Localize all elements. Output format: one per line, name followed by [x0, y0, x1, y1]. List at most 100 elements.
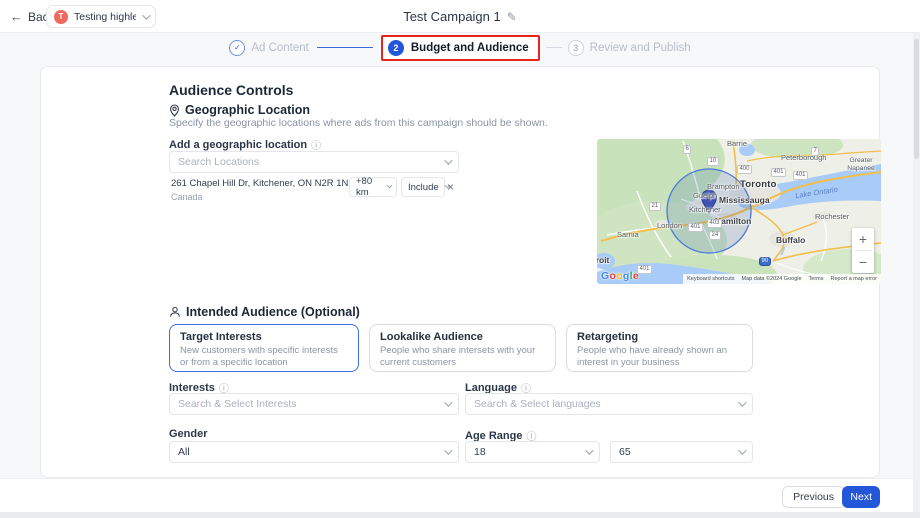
chevron-down-icon: [142, 11, 150, 19]
map-zoom-control: + −: [852, 228, 874, 273]
gender-label: Gender: [169, 428, 208, 440]
keyboard-shortcuts-link[interactable]: Keyboard shortcuts: [687, 276, 734, 282]
audience-card-title: Retargeting: [577, 331, 742, 343]
map-city-label: Mississauga: [719, 195, 770, 205]
audience-card-description: People who have already shown an interes…: [577, 345, 742, 370]
audience-card-retargeting[interactable]: Retargeting People who have already show…: [566, 324, 753, 372]
map-city-label: Toronto: [740, 179, 777, 190]
stepper-connector: [546, 47, 562, 48]
bottom-edge: [0, 512, 920, 518]
map-attribution: Keyboard shortcuts Map data ©2024 Google…: [683, 274, 881, 284]
info-icon: ⓘ: [311, 137, 321, 152]
road-shield: 6: [683, 145, 691, 154]
map-city-label: Peterborough: [781, 153, 826, 162]
chevron-down-icon: [444, 156, 452, 164]
stepper-connector: [317, 47, 373, 48]
road-shield: 7: [811, 147, 819, 156]
audience-card-description: New customers with specific interests or…: [180, 345, 348, 370]
gender-select[interactable]: All: [169, 441, 459, 463]
step-label: Review and Publish: [590, 42, 691, 54]
footer-bar: Previous Next: [0, 478, 920, 512]
map-city-label: Kitchener: [689, 205, 721, 214]
search-locations-placeholder: Search Locations: [178, 156, 444, 168]
geographic-location-description: Specify the geographic locations where a…: [169, 117, 548, 129]
intended-audience-heading: Intended Audience (Optional): [169, 305, 360, 319]
road-shield: 401: [771, 168, 786, 177]
next-button[interactable]: Next: [842, 486, 880, 508]
check-icon: ✓: [234, 43, 241, 52]
audience-card-title: Target Interests: [180, 331, 348, 343]
avatar: T: [54, 10, 68, 24]
geo-map[interactable]: Barrie Peterborough Greater Napanee Bram…: [597, 139, 881, 284]
step-number: 2: [388, 40, 404, 56]
page-title: Test Campaign 1: [403, 9, 501, 24]
back-icon: ←: [10, 9, 23, 24]
audience-card-target-interests[interactable]: Target Interests New customers with spec…: [169, 324, 359, 372]
step-review-publish[interactable]: 3 Review and Publish: [568, 40, 691, 56]
include-exclude-select[interactable]: Include: [401, 177, 445, 197]
map-city-label: Greater Napanee: [843, 157, 879, 173]
audience-card-description: People who share intersets with your cur…: [380, 345, 545, 370]
language-select[interactable]: Search & Select languages: [465, 393, 753, 415]
audience-controls-card: Audience Controls Geographic Location Sp…: [40, 66, 880, 478]
road-shield: 24: [709, 231, 721, 240]
close-icon[interactable]: ×: [447, 180, 454, 194]
map-city-label: London: [657, 221, 682, 230]
road-shield: 10: [707, 157, 719, 166]
budget-and-audience-screen: ← Back T Testing highlevel Test Campaign…: [0, 0, 920, 518]
wizard-stepper: ✓ Ad Content 2 Budget and Audience 3 Rev…: [0, 33, 920, 62]
map-pin-icon: [169, 104, 180, 117]
age-min-select[interactable]: 18: [465, 441, 600, 463]
audience-card-lookalike[interactable]: Lookalike Audience People who share inte…: [369, 324, 556, 372]
road-shield: 401: [637, 265, 652, 274]
chevron-down-icon: [738, 398, 746, 406]
scrollbar-track[interactable]: [913, 33, 920, 512]
google-logo: Google: [601, 270, 639, 282]
report-error-link[interactable]: Report a map error: [831, 276, 877, 282]
radius-select[interactable]: +80 km: [349, 177, 397, 197]
chevron-down-icon: [585, 446, 593, 454]
step-label: Ad Content: [251, 42, 309, 54]
add-location-label: Add a geographic location ⓘ: [169, 137, 321, 152]
previous-button[interactable]: Previous: [782, 486, 845, 508]
location-country: Canada: [171, 192, 203, 202]
geographic-location-heading: Geographic Location: [169, 103, 310, 117]
location-address: 261 Chapel Hill Dr, Kitchener, ON N2R 1N…: [171, 178, 349, 189]
map-city-label: Rochester: [815, 212, 849, 221]
map-city-label: Buffalo: [776, 235, 805, 245]
road-shield: 21: [649, 202, 661, 211]
road-shield: 400: [737, 165, 752, 174]
map-city-label: Detroit: [597, 255, 609, 265]
selected-location-row: 261 Chapel Hill Dr, Kitchener, ON N2R 1N…: [169, 177, 464, 205]
road-shield: 403: [707, 219, 722, 228]
terms-link[interactable]: Terms: [809, 276, 824, 282]
road-shield: 401: [688, 223, 703, 232]
map-data-text: Map data ©2024 Google: [742, 276, 802, 282]
interests-select[interactable]: Search & Select Interests: [169, 393, 459, 415]
account-switcher[interactable]: T Testing highlevel: [46, 5, 156, 28]
search-locations-input[interactable]: Search Locations: [169, 151, 459, 173]
map-city-label: Guelph: [693, 191, 717, 200]
step-ad-content[interactable]: ✓ Ad Content: [229, 40, 309, 56]
map-city-label: Brampton: [707, 182, 740, 191]
edit-icon[interactable]: ✎: [507, 10, 517, 24]
audience-card-title: Lookalike Audience: [380, 331, 545, 343]
top-header: ← Back T Testing highlevel Test Campaign…: [0, 0, 920, 33]
road-shield: 401: [793, 171, 808, 180]
age-max-select[interactable]: 65: [610, 441, 753, 463]
zoom-in-button[interactable]: +: [852, 228, 874, 250]
road-shield: 90: [759, 257, 771, 266]
section-title: Audience Controls: [169, 82, 293, 98]
scrollbar-thumb[interactable]: [914, 39, 919, 159]
chevron-down-icon: [444, 446, 452, 454]
step-number: 3: [568, 40, 584, 56]
zoom-out-button[interactable]: −: [852, 251, 874, 273]
chevron-down-icon: [387, 183, 393, 189]
chevron-down-icon: [444, 398, 452, 406]
step-budget-audience-highlighted[interactable]: 2 Budget and Audience: [381, 35, 540, 61]
step-label: Budget and Audience: [411, 42, 529, 54]
map-city-label: Barrie: [727, 139, 747, 148]
map-city-label: Sarnia: [617, 230, 639, 239]
chevron-down-icon: [738, 446, 746, 454]
account-name: Testing highlevel: [74, 11, 136, 23]
